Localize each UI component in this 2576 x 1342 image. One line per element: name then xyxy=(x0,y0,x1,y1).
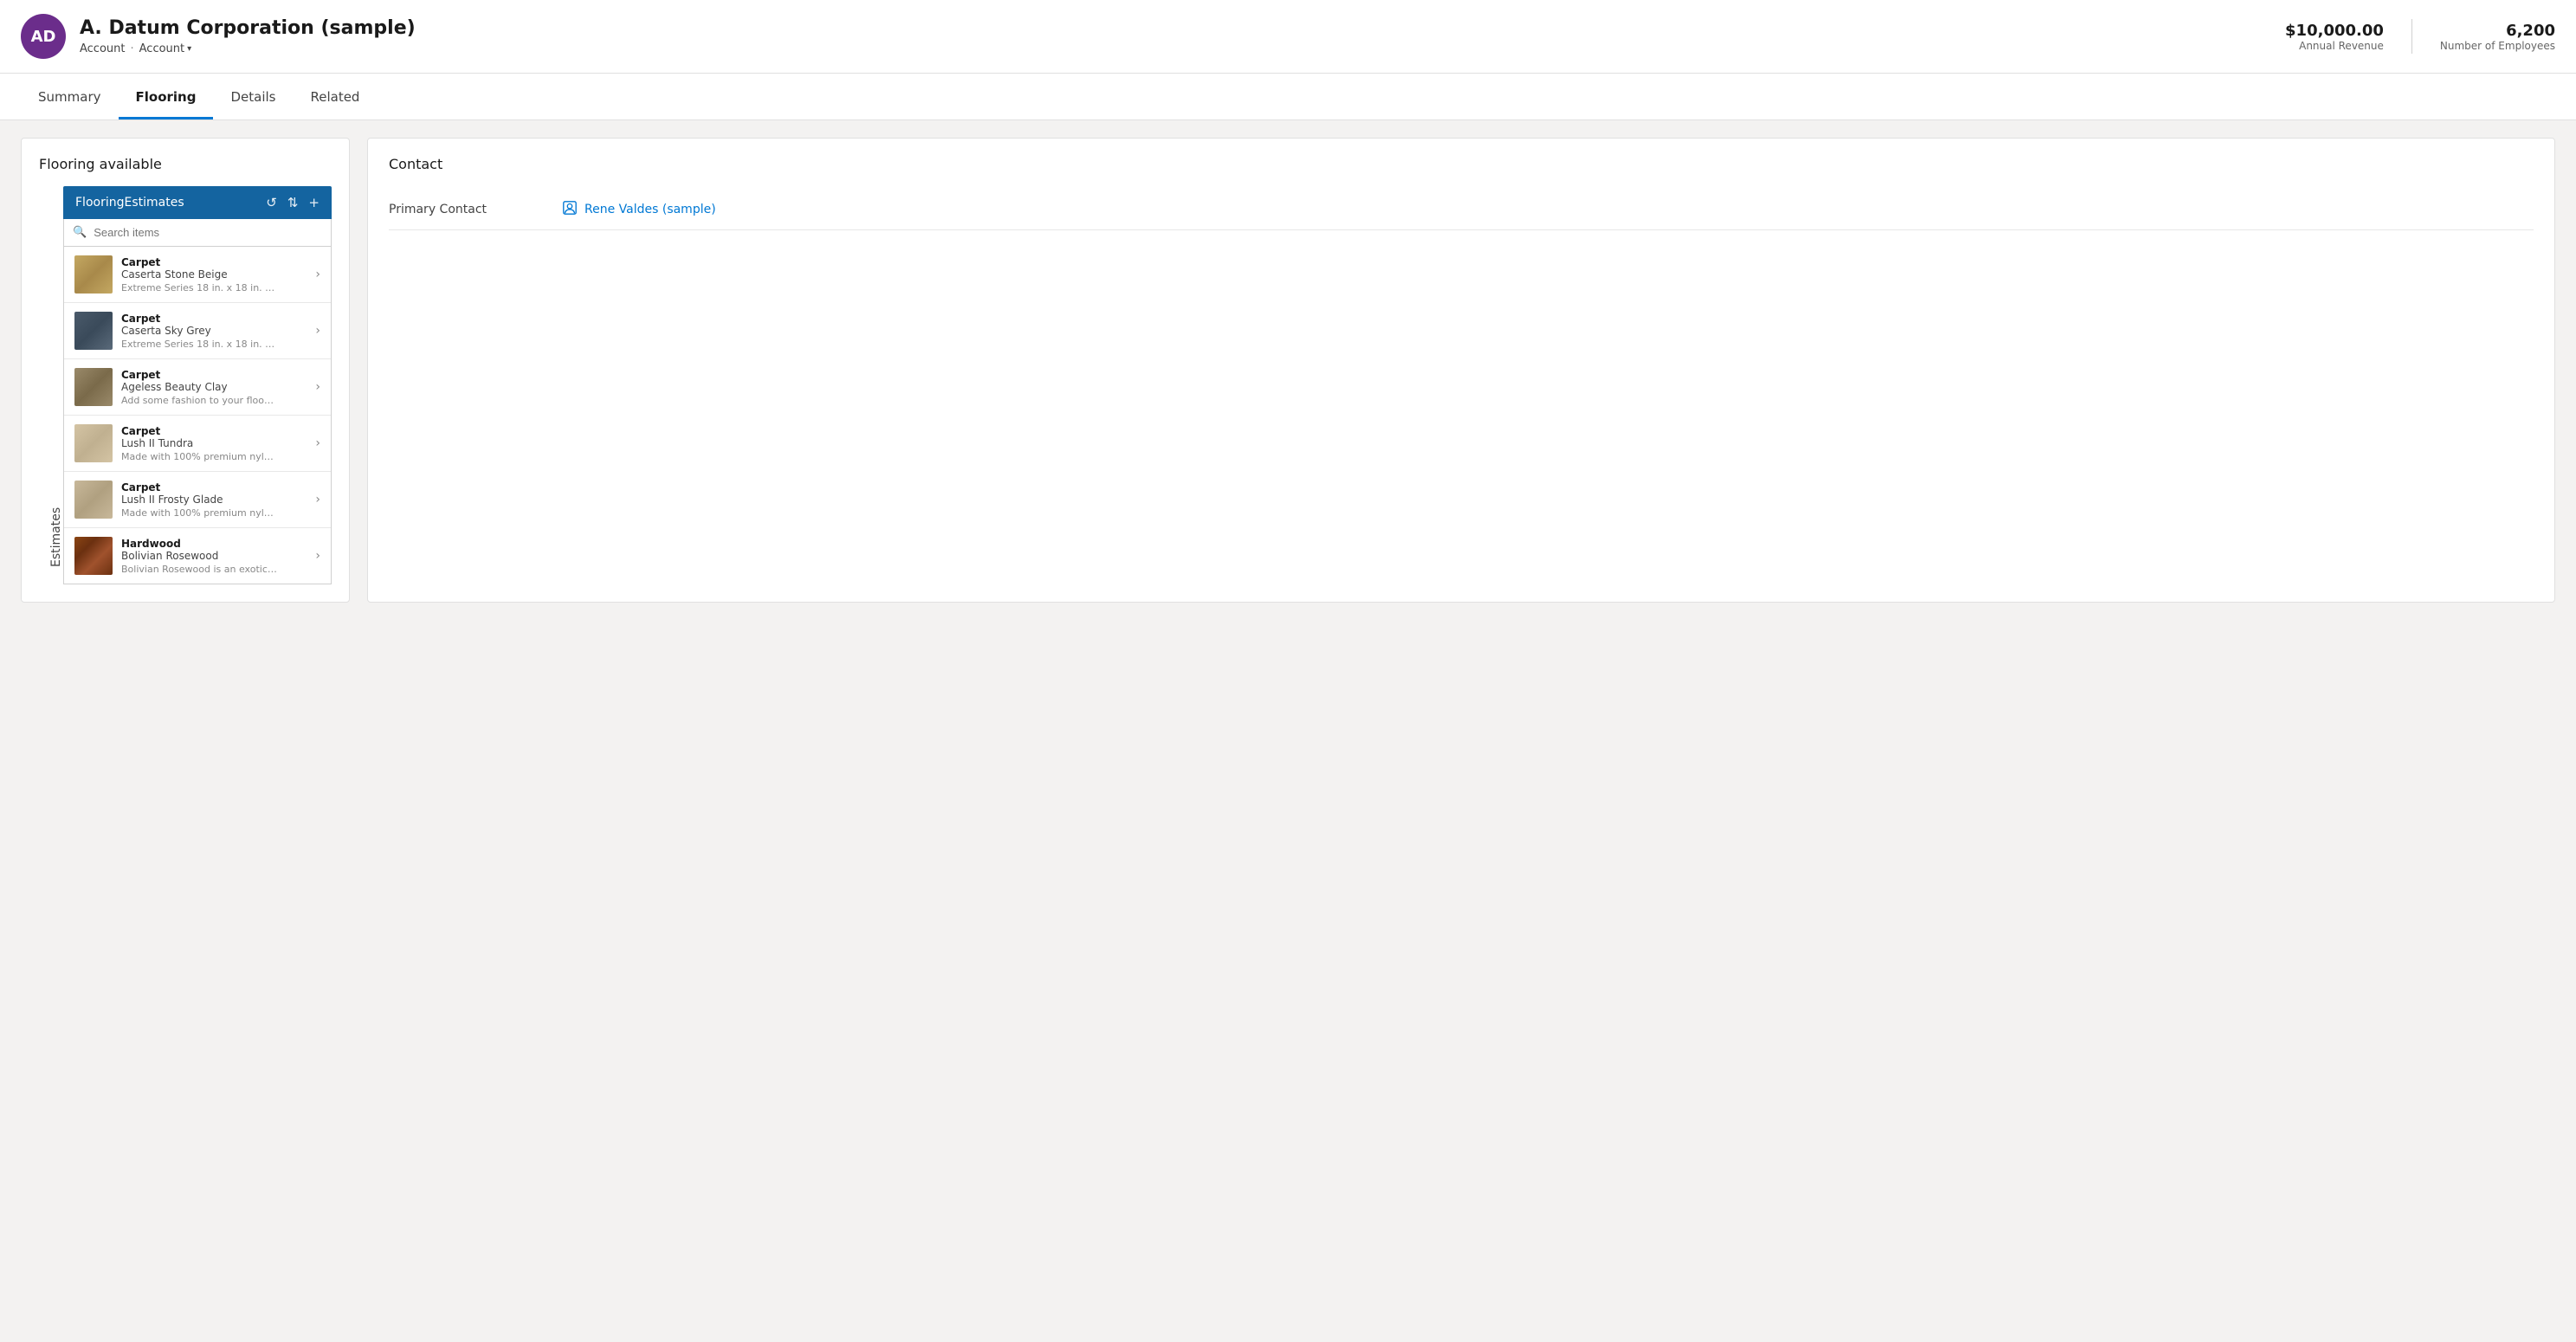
item-desc: Add some fashion to your floors with the… xyxy=(121,395,277,406)
revenue-value: $10,000.00 xyxy=(2285,22,2384,40)
item-name: Ageless Beauty Clay xyxy=(121,381,307,393)
item-name: Caserta Sky Grey xyxy=(121,325,307,337)
employees-value: 6,200 xyxy=(2440,22,2555,40)
item-thumbnail xyxy=(74,424,113,462)
item-category: Carpet xyxy=(121,369,307,381)
page-title: A. Datum Corporation (sample) xyxy=(80,17,416,39)
item-chevron-icon: › xyxy=(315,380,320,394)
item-category: Hardwood xyxy=(121,538,307,550)
list-item[interactable]: Carpet Lush II Tundra Made with 100% pre… xyxy=(64,416,331,472)
item-info: Carpet Lush II Frosty Glade Made with 10… xyxy=(121,481,307,519)
right-panel: Contact Primary Contact Rene Valdes (sam… xyxy=(367,138,2555,603)
tab-summary[interactable]: Summary xyxy=(21,74,119,119)
item-desc: Bolivian Rosewood is an exotic wood with… xyxy=(121,564,277,575)
item-chevron-icon: › xyxy=(315,549,320,563)
stat-divider xyxy=(2411,19,2412,54)
item-desc: Extreme Series 18 in. x 18 in. carpet ti… xyxy=(121,282,277,294)
widget-column: FlooringEstimates ↺ ⇅ + 🔍 Carpet xyxy=(63,186,332,584)
estimates-actions: ↺ ⇅ + xyxy=(266,195,320,210)
item-thumbnail xyxy=(74,368,113,406)
item-list: Carpet Caserta Stone Beige Extreme Serie… xyxy=(63,247,332,584)
tab-related[interactable]: Related xyxy=(293,74,377,119)
revenue-stat: $10,000.00 Annual Revenue xyxy=(2285,22,2384,52)
employees-stat: 6,200 Number of Employees xyxy=(2440,22,2555,52)
item-thumbnail xyxy=(74,537,113,575)
item-desc: Extreme Series 18 in. x 18 in. carpet ti… xyxy=(121,339,277,350)
breadcrumb: Account · Account ▾ xyxy=(80,42,416,55)
item-category: Carpet xyxy=(121,256,307,268)
avatar: AD xyxy=(21,14,66,59)
list-item[interactable]: Carpet Caserta Stone Beige Extreme Serie… xyxy=(64,247,331,303)
item-name: Lush II Tundra xyxy=(121,437,307,449)
contact-value: Rene Valdes (sample) xyxy=(562,200,716,219)
list-item[interactable]: Carpet Ageless Beauty Clay Add some fash… xyxy=(64,359,331,416)
estimates-title: FlooringEstimates xyxy=(75,196,184,210)
sort-icon[interactable]: ⇅ xyxy=(287,195,299,210)
item-info: Carpet Caserta Sky Grey Extreme Series 1… xyxy=(121,313,307,350)
item-name: Bolivian Rosewood xyxy=(121,550,307,562)
item-name: Caserta Stone Beige xyxy=(121,268,307,281)
item-category: Carpet xyxy=(121,481,307,494)
tab-details[interactable]: Details xyxy=(213,74,293,119)
item-desc: Made with 100% premium nylon fiber, this… xyxy=(121,507,277,519)
item-thumbnail xyxy=(74,255,113,294)
item-thumbnail xyxy=(74,312,113,350)
item-info: Carpet Caserta Stone Beige Extreme Serie… xyxy=(121,256,307,294)
estimates-header: FlooringEstimates ↺ ⇅ + xyxy=(63,186,332,219)
list-item[interactable]: Hardwood Bolivian Rosewood Bolivian Rose… xyxy=(64,528,331,584)
contact-section-title: Contact xyxy=(389,156,2534,172)
item-category: Carpet xyxy=(121,313,307,325)
breadcrumb-item1: Account xyxy=(80,42,126,55)
contact-row: Primary Contact Rene Valdes (sample) xyxy=(389,190,2534,230)
header-info: A. Datum Corporation (sample) Account · … xyxy=(80,17,416,55)
header: AD A. Datum Corporation (sample) Account… xyxy=(0,0,2576,74)
tab-flooring[interactable]: Flooring xyxy=(119,74,214,119)
main-content: Flooring available Estimates FlooringEst… xyxy=(0,120,2576,620)
item-category: Carpet xyxy=(121,425,307,437)
primary-contact-label: Primary Contact xyxy=(389,203,562,216)
search-bar: 🔍 xyxy=(63,219,332,247)
breadcrumb-separator: · xyxy=(131,42,134,55)
header-right: $10,000.00 Annual Revenue 6,200 Number o… xyxy=(2285,19,2555,54)
left-panel-title: Flooring available xyxy=(39,156,332,172)
add-icon[interactable]: + xyxy=(308,195,320,210)
item-thumbnail xyxy=(74,481,113,519)
search-icon: 🔍 xyxy=(73,226,87,239)
employees-label: Number of Employees xyxy=(2440,40,2555,52)
contact-icon xyxy=(562,200,578,219)
header-left: AD A. Datum Corporation (sample) Account… xyxy=(21,14,416,59)
left-panel: Flooring available Estimates FlooringEst… xyxy=(21,138,350,603)
item-desc: Made with 100% premium nylon fiber, this… xyxy=(121,451,277,462)
list-item[interactable]: Carpet Caserta Sky Grey Extreme Series 1… xyxy=(64,303,331,359)
item-chevron-icon: › xyxy=(315,493,320,506)
breadcrumb-dropdown[interactable]: Account ▾ xyxy=(139,42,192,55)
list-item[interactable]: Carpet Lush II Frosty Glade Made with 10… xyxy=(64,472,331,528)
breadcrumb-item2: Account xyxy=(139,42,185,55)
revenue-label: Annual Revenue xyxy=(2285,40,2384,52)
left-panel-inner: Estimates FlooringEstimates ↺ ⇅ + 🔍 xyxy=(39,186,332,584)
chevron-down-icon: ▾ xyxy=(187,44,191,54)
search-input[interactable] xyxy=(94,226,322,239)
nav-tabs: Summary Flooring Details Related xyxy=(0,74,2576,120)
item-chevron-icon: › xyxy=(315,268,320,281)
item-info: Carpet Lush II Tundra Made with 100% pre… xyxy=(121,425,307,462)
item-info: Carpet Ageless Beauty Clay Add some fash… xyxy=(121,369,307,406)
contact-link[interactable]: Rene Valdes (sample) xyxy=(584,203,716,216)
item-chevron-icon: › xyxy=(315,436,320,450)
refresh-icon[interactable]: ↺ xyxy=(266,195,277,210)
estimates-side-label: Estimates xyxy=(39,186,63,584)
item-name: Lush II Frosty Glade xyxy=(121,494,307,506)
item-info: Hardwood Bolivian Rosewood Bolivian Rose… xyxy=(121,538,307,575)
item-chevron-icon: › xyxy=(315,324,320,338)
